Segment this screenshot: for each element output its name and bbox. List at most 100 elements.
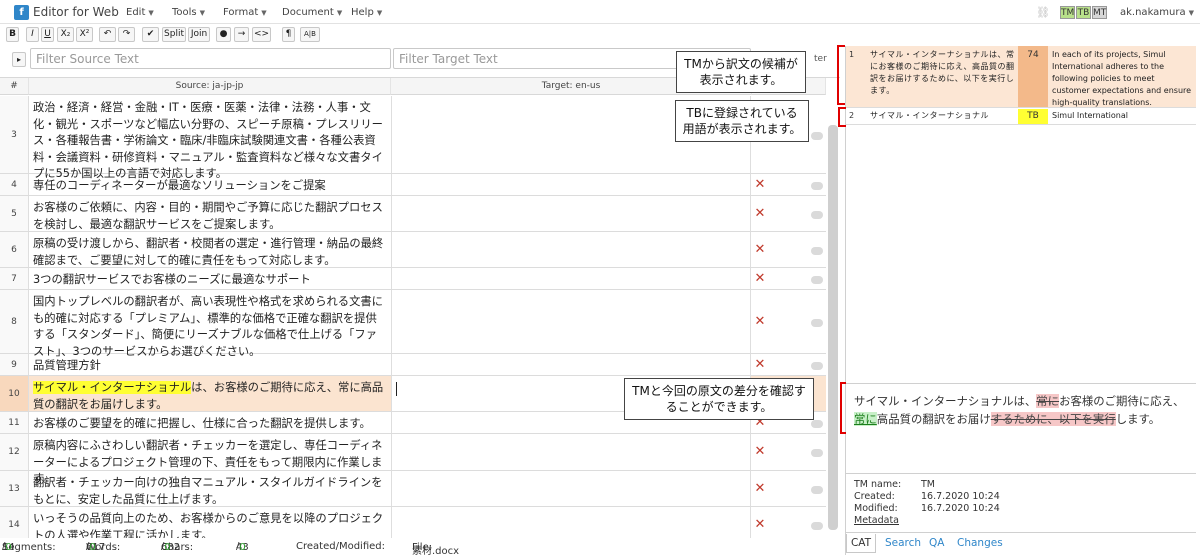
meta-modified-label: Modified: [854,503,898,514]
segment-target[interactable] [391,268,751,289]
split-button[interactable]: Split [162,27,186,42]
arrow-right-icon[interactable]: → [234,27,249,42]
status-bar: Segments: 14/0 Words: 617/0 Chars: 682/0… [2,541,460,557]
diff-view: サイマル・インターナショナルは、常にお客様のご期待に応え、常に高品質の翻訳をお届… [846,383,1196,473]
tags-count: 43/0 [236,541,249,553]
segment-row[interactable]: 14 いっそうの品質向上のため、お客様からのご意見を以降のプロジェクトの人選や作… [0,507,826,538]
comment-icon[interactable] [811,449,823,457]
undo-button[interactable]: ↶ [99,27,116,42]
comment-icon[interactable] [811,132,823,140]
match-target: Simul International [1052,111,1128,120]
unconfirmed-icon[interactable]: ✕ [752,314,768,329]
tags-button[interactable]: <> [252,27,271,42]
menu-tools[interactable]: Tools ▼ [172,7,205,18]
comment-icon[interactable] [811,362,823,370]
segment-row[interactable]: 6 原稿の受け渡しから、翻訳者・校閲者の選定・進行管理・納品の最終確認まで、ご要… [0,232,826,268]
menu-help[interactable]: Help ▼ [351,7,382,18]
unconfirmed-icon[interactable]: ✕ [752,481,768,496]
segment-source: お客様のご依頼に、内容・目的・期間やご予算に応じた翻訳プロセスを検討し、最適な翻… [33,201,383,231]
filter-button-label[interactable]: ter [814,54,827,64]
bold-button[interactable]: B [6,27,19,42]
tab-qa[interactable]: QA [929,537,944,549]
segments-count: Segments: 14/0 [2,541,56,553]
unconfirmed-icon[interactable]: ✕ [752,206,768,221]
segment-number: 10 [0,376,29,411]
segment-row[interactable]: 7 3つの翻訳サービスでお客様のニーズに最適なサポート ✕ [0,268,826,290]
chars-count: Chars: 682/0 [161,541,194,553]
segment-target[interactable] [391,290,751,353]
unconfirmed-icon[interactable]: ✕ [752,242,768,257]
unconfirmed-icon[interactable]: ✕ [752,271,768,286]
redo-button[interactable]: ↷ [118,27,135,42]
segment-row[interactable]: 12 原稿内容にふさわしい翻訳者・チェッカーを選定し、専任コーディネーターによる… [0,434,826,485]
segment-source: 政治・経済・経営・金融・IT・医療・医薬・法律・法務・人事・文化・観光・スポーツ… [33,101,383,180]
match-source: サイマル・インターナショナルは、常にお客様のご期待に応え、高品質の翻訳をお届けす… [870,50,1015,95]
tab-search[interactable]: Search [885,537,921,549]
badge-tm[interactable]: TM [1060,6,1075,19]
user-menu[interactable]: ak.nakamura ▼ [1120,7,1194,18]
source-filter-input[interactable]: Filter Source Text [30,48,391,69]
comment-icon[interactable] [811,319,823,327]
menu-format[interactable]: Format ▼ [223,7,267,18]
link-icon[interactable]: ⛓ [1036,6,1050,19]
unconfirmed-icon[interactable]: ✕ [752,177,768,192]
tab-cat[interactable]: CAT [846,534,876,553]
metadata-link[interactable]: Metadata [854,515,899,526]
superscript-button[interactable]: X² [76,27,93,42]
segment-number: 4 [0,174,29,195]
tb-match-row[interactable]: 2 サイマル・インターナショナル TB Simul International [846,108,1196,125]
segment-target[interactable] [391,507,751,538]
confirm-button[interactable]: ✔ [142,27,159,42]
segment-row[interactable]: 8 国内トップレベルの翻訳者が、高い表現性や格式を求められる文書にも的確に対応す… [0,290,826,358]
comment-icon[interactable] [811,276,823,284]
segment-target[interactable] [391,196,751,231]
meta-modified: 16.7.2020 10:24 [921,503,1000,514]
segment-target[interactable] [391,434,751,470]
unconfirmed-icon[interactable]: ✕ [752,517,768,532]
comment-icon[interactable] [811,211,823,219]
unconfirmed-icon[interactable]: ✕ [752,444,768,459]
cat-panel: 1 サイマル・インターナショナルは、常にお客様のご期待に応え、高品質の翻訳をお届… [845,46,1200,555]
badge-mt[interactable]: MT [1092,6,1107,19]
comment-icon[interactable] [811,247,823,255]
menu-bar: f Editor for Web Edit ▼ Tools ▼ Format ▼ Do… [0,0,1200,24]
segment-target[interactable] [391,471,751,506]
comment-icon[interactable] [811,182,823,190]
unconfirmed-icon[interactable]: ✕ [752,357,768,372]
segment-target[interactable] [391,232,751,267]
column-head-number: # [0,78,29,95]
tab-changes[interactable]: Changes [957,537,1003,549]
record-icon[interactable]: ● [216,27,231,42]
segment-row[interactable]: 9 品質管理方針 ✕ [0,354,826,376]
compare-button[interactable]: A|B [300,27,320,42]
segment-source: お客様のご要望を的確に把握し、仕様に合った翻訳を提供します。 [33,417,371,430]
segment-number: 14 [0,507,29,538]
grid-scrollbar[interactable] [828,125,838,530]
subscript-button[interactable]: X₂ [57,27,74,42]
menu-document[interactable]: Document ▼ [282,7,342,18]
column-head-source: Source: ja-jp-jp [29,78,391,95]
segment-source: サイマル・インターナショナルは、お客様のご期待に応え、常に高品質の翻訳をお届けし… [33,381,384,411]
segment-row[interactable]: 4 専任のコーディネーターが最適なソリューションをご提案 ✕ [0,174,826,196]
comment-icon[interactable] [811,486,823,494]
words-count: Words: 617/0 [86,541,121,553]
callout-tb: TBに登録されている用語が表示されます。 [675,100,809,142]
diff-highlight-frame [840,382,846,434]
filter-toggle-button[interactable]: ▸ [12,52,26,67]
segment-number: 8 [0,290,29,353]
underline-button[interactable]: U [41,27,54,42]
menu-edit[interactable]: Edit ▼ [126,7,154,18]
italic-button[interactable]: I [26,27,39,42]
tm-match-row[interactable]: 1 サイマル・インターナショナルは、常にお客様のご期待に応え、高品質の翻訳をお届… [846,46,1196,108]
segment-target[interactable] [391,354,751,375]
segment-source: 専任のコーディネーターが最適なソリューションをご提案 [33,179,326,192]
comment-icon[interactable] [811,420,823,428]
segment-row[interactable]: 5 お客様のご依頼に、内容・目的・期間やご予算に応じた翻訳プロセスを検討し、最適… [0,196,826,232]
segment-target[interactable] [391,174,751,195]
segment-row[interactable]: 13 翻訳者・チェッカー向けの独自マニュアル・スタイルガイドラインをもとに、安定… [0,471,826,507]
comment-icon[interactable] [811,522,823,530]
meta-tm-name: TM [921,479,935,490]
badge-tb[interactable]: TB [1076,6,1091,19]
join-button[interactable]: Join [188,27,210,42]
pilcrow-button[interactable]: ¶ [282,27,295,42]
